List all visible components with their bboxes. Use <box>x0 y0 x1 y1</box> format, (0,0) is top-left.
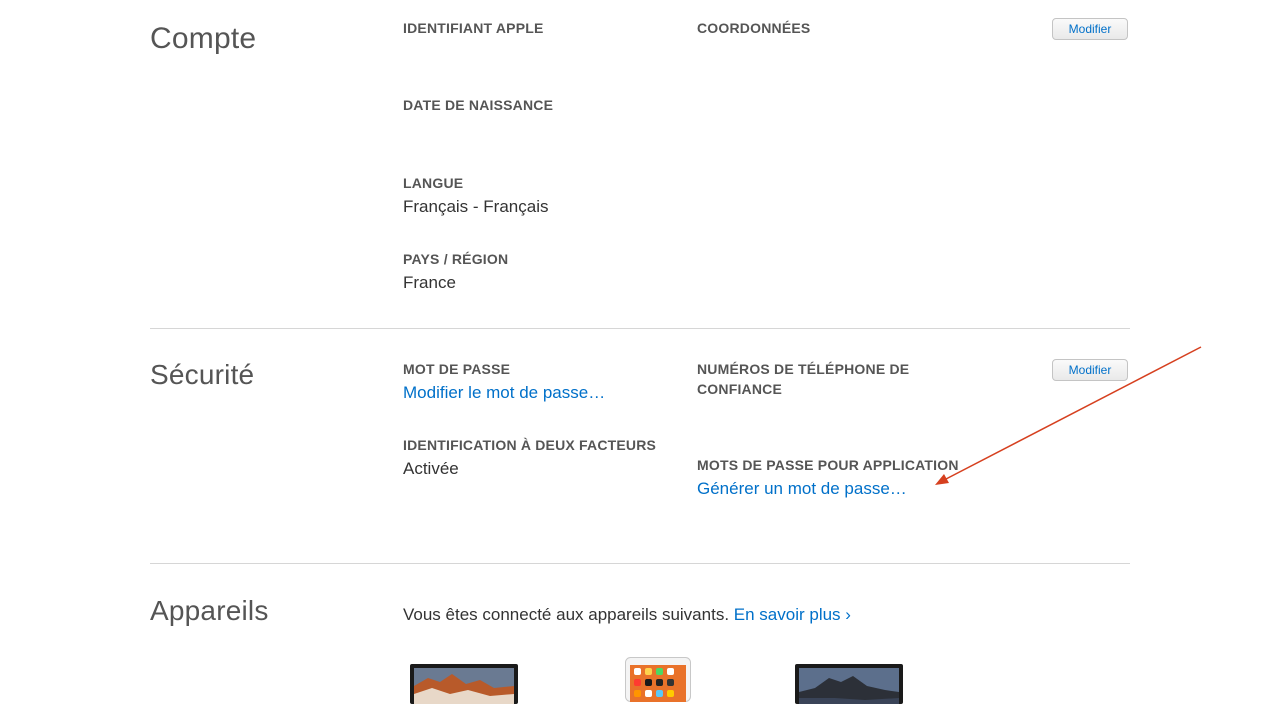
device-mac-sierra[interactable] <box>410 664 518 704</box>
device-ipad[interactable] <box>625 657 691 702</box>
imac-icon <box>410 664 518 704</box>
annotation-arrow-icon <box>935 346 1202 485</box>
devices-intro-text: Vous êtes connecté aux appareils suivant… <box>403 605 851 625</box>
device-mac-catalina[interactable] <box>795 664 903 704</box>
ipad-icon <box>625 657 691 702</box>
learn-more-link[interactable]: En savoir plus › <box>734 605 851 624</box>
section-title-appareils: Appareils <box>150 595 269 626</box>
section-divider <box>150 563 1130 564</box>
devices-intro-label: Vous êtes connecté aux appareils suivant… <box>403 605 730 624</box>
imac-icon <box>795 664 903 704</box>
